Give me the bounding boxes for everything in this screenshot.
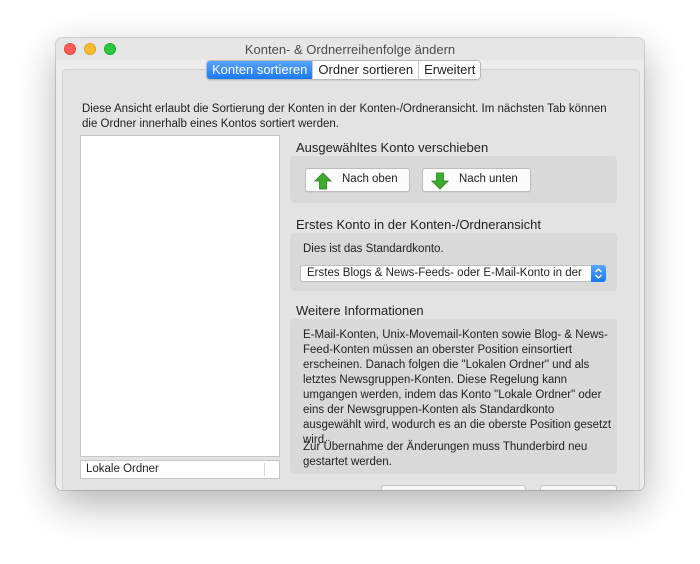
dialog-window: Konten- & Ordnerreihenfolge ändern Konte… — [56, 38, 644, 490]
first-account-select[interactable]: Erstes Blogs & News-Feeds- oder E-Mail-K… — [300, 265, 606, 282]
move-section-box: Nach oben Nach unten — [290, 156, 617, 203]
first-account-select-value: Erstes Blogs & News-Feeds- oder E-Mail-K… — [307, 267, 585, 279]
move-down-button[interactable]: Nach unten — [422, 168, 531, 192]
move-down-label: Nach unten — [459, 173, 518, 185]
account-list[interactable] — [80, 135, 280, 457]
tab-bar: Konten sortieren Ordner sortieren Erweit… — [206, 60, 482, 80]
intro-description: Diese Ansicht erlaubt die Sortierung der… — [82, 103, 607, 130]
info-paragraph-1: E-Mail-Konten, Unix-Movemail-Konten sowi… — [303, 329, 612, 446]
first-account-box: Dies ist das Standardkonto. Erstes Blogs… — [290, 233, 617, 291]
bottom-button-right[interactable] — [540, 485, 617, 490]
info-box: E-Mail-Konten, Unix-Movemail-Konten sowi… — [290, 319, 617, 474]
title-bar[interactable]: Konten- & Ordnerreihenfolge ändern — [56, 38, 644, 60]
tab-erweitert[interactable]: Erweitert — [418, 61, 481, 79]
bottom-button-left[interactable] — [381, 485, 526, 490]
green-arrow-down-icon — [431, 172, 449, 190]
window-title: Konten- & Ordnerreihenfolge ändern — [244, 42, 456, 57]
account-list-header-label: Lokale Ordner — [86, 463, 159, 475]
move-section-title: Ausgewähltes Konto verschieben — [296, 140, 489, 155]
move-up-button[interactable]: Nach oben — [305, 168, 410, 192]
column-separator — [264, 463, 265, 476]
first-account-section-title: Erstes Konto in der Konten-/Ordneransich… — [296, 217, 541, 232]
info-paragraph-2: Zur Übernahme der Änderungen muss Thunde… — [303, 441, 588, 468]
tab-konten-sortieren[interactable]: Konten sortieren — [207, 61, 313, 79]
info-section-title: Weitere Informationen — [296, 303, 424, 318]
green-arrow-up-icon — [314, 172, 332, 190]
account-list-column-header[interactable]: Lokale Ordner — [80, 460, 280, 479]
select-stepper-icon — [591, 265, 606, 282]
tab-ordner-sortieren[interactable]: Ordner sortieren — [312, 61, 419, 79]
default-account-note: Dies ist das Standardkonto. — [303, 243, 444, 255]
move-up-label: Nach oben — [342, 173, 398, 185]
